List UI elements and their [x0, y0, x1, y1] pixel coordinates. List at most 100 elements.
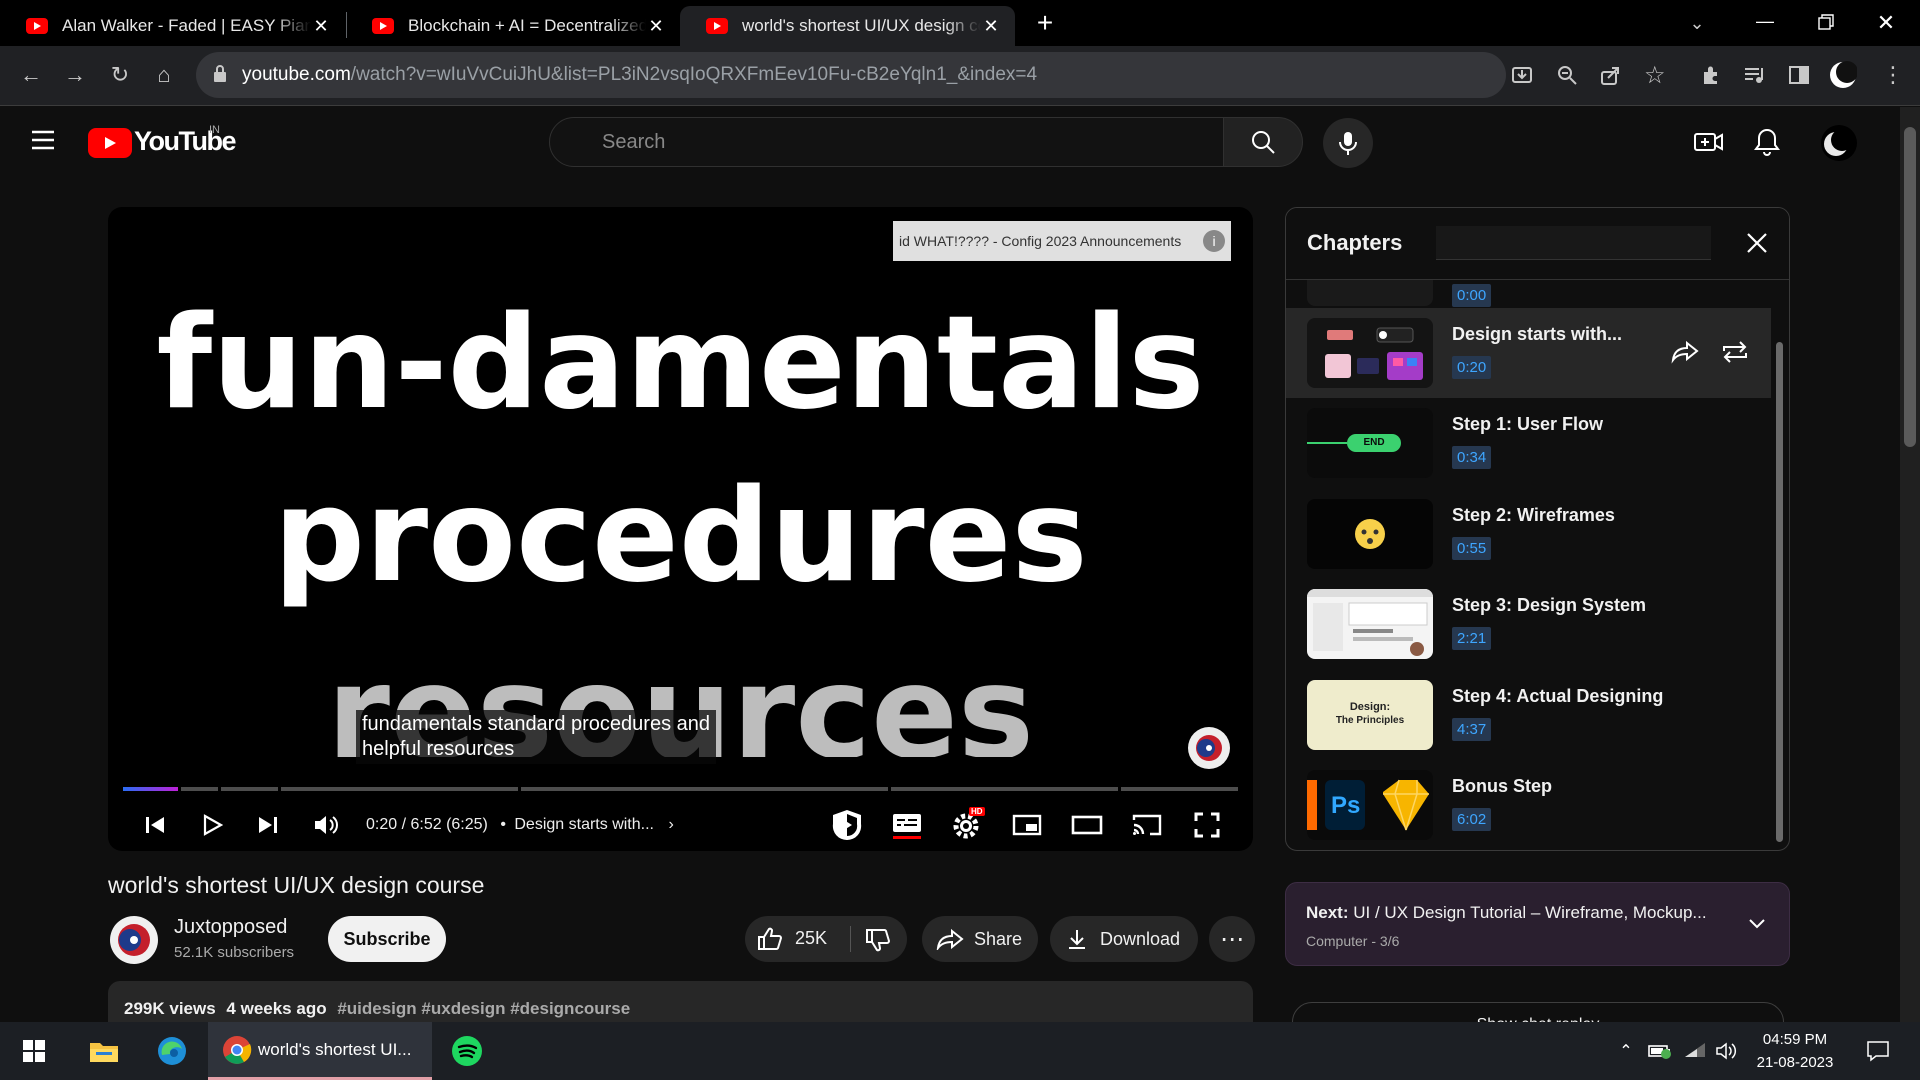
close-tab-icon[interactable]: ✕ [981, 16, 1001, 37]
info-icon[interactable]: i [1203, 230, 1225, 252]
expand-playlist-chevron-icon[interactable] [1746, 913, 1768, 940]
close-window-icon[interactable]: ✕ [1866, 8, 1906, 38]
next-label: Next: [1306, 903, 1349, 922]
tab-ui-ux-course[interactable]: world's shortest UI/UX design course ✕ [680, 6, 1015, 46]
chapter-time: 2:21 [1452, 627, 1492, 650]
chapter-item-wireframes[interactable]: Step 2: Wireframes 0:55 [1286, 489, 1771, 579]
subscribe-button[interactable]: Subscribe [328, 916, 446, 962]
edge-browser-icon[interactable] [148, 1022, 196, 1080]
tab-search-chevron-icon[interactable]: ⌄ [1682, 8, 1712, 38]
windows-start-icon[interactable] [12, 1022, 56, 1080]
address-bar[interactable]: youtube.com/watch?v=wIuVvCuiJhU&list=PL3… [196, 52, 1666, 98]
page-scrollbar[interactable] [1900, 107, 1920, 1022]
page-scrollbar-thumb[interactable] [1904, 127, 1916, 447]
account-avatar[interactable] [1820, 124, 1858, 167]
channel-watermark[interactable] [1188, 727, 1230, 769]
close-tab-icon[interactable]: ✕ [311, 16, 331, 37]
back-icon[interactable]: ← [14, 58, 48, 92]
chapter-item-bonus-step[interactable]: Ps Bonus Step 6:02 [1286, 760, 1771, 850]
channel-name[interactable]: Juxtopposed [174, 916, 287, 939]
like-dislike-group: 25K [745, 916, 907, 962]
media-controls-icon[interactable] [1738, 58, 1772, 92]
close-chapters-icon[interactable] [1742, 228, 1772, 258]
tab-blockchain[interactable]: Blockchain + AI = Decentralized AI ✕ [346, 6, 680, 46]
new-tab-icon[interactable]: + [1030, 8, 1060, 38]
reload-icon[interactable]: ↻ [103, 58, 137, 92]
progress-bar[interactable] [123, 787, 1238, 791]
chapter-item-design-system[interactable]: Step 3: Design System 2:21 [1286, 579, 1771, 669]
chapter-name: Bonus Step [1452, 776, 1553, 796]
chapter-item-user-flow[interactable]: END Step 1: User Flow 0:34 [1286, 398, 1771, 488]
loop-chapter-icon[interactable] [1720, 339, 1750, 370]
share-button[interactable]: Share [922, 916, 1038, 962]
battery-icon[interactable] [1645, 1022, 1675, 1080]
create-video-icon[interactable] [1693, 129, 1725, 160]
close-tab-icon[interactable]: ✕ [646, 16, 666, 37]
like-button[interactable] [757, 927, 783, 956]
search-button[interactable] [1223, 117, 1303, 167]
system-clock[interactable]: 04:59 PM 21-08-2023 [1750, 1028, 1840, 1074]
chapter-thumbnail [1307, 318, 1433, 388]
chapter-item-design-starts[interactable]: Design starts with... 0:20 [1286, 308, 1771, 398]
restore-window-icon[interactable] [1805, 10, 1845, 36]
tab-title: Blockchain + AI = Decentralized AI [408, 16, 646, 35]
search-input[interactable]: Search [549, 117, 1224, 167]
spotify-icon[interactable] [443, 1022, 491, 1080]
zoom-icon[interactable] [1556, 64, 1578, 92]
lock-icon[interactable] [212, 64, 228, 90]
taskbar-chrome-window[interactable]: world's shortest UI... [208, 1022, 432, 1080]
youtube-logo-icon[interactable] [88, 128, 132, 158]
previous-video-icon[interactable] [135, 805, 175, 845]
end-card-teaser[interactable]: id WHAT!???? - Config 2023 Announcements… [893, 221, 1231, 261]
settings-button[interactable]: HD [947, 805, 987, 845]
install-app-icon[interactable] [1511, 64, 1533, 92]
theater-mode-icon[interactable] [1067, 805, 1107, 845]
hd-badge: HD [969, 807, 985, 816]
youtube-header: YouTube IN Search [0, 107, 1900, 177]
wifi-icon[interactable] [1680, 1022, 1710, 1080]
chapters-panel: 0:00 Chapters Design starts with... 0:20 [1285, 207, 1790, 851]
download-button[interactable]: Download [1050, 916, 1198, 962]
notifications-bell-icon[interactable] [1754, 127, 1780, 162]
volume-tray-icon[interactable] [1712, 1022, 1742, 1080]
miniplayer-icon[interactable] [1007, 805, 1047, 845]
voice-search-button[interactable] [1323, 118, 1373, 168]
current-chapter-label[interactable]: Design starts with... [514, 816, 654, 833]
hamburger-menu-icon[interactable] [30, 129, 56, 156]
play-button[interactable] [192, 805, 232, 845]
home-icon[interactable]: ⌂ [147, 58, 181, 92]
forward-icon[interactable]: → [58, 58, 92, 92]
dislike-button[interactable] [865, 928, 891, 957]
chrome-menu-icon[interactable]: ⋮ [1876, 58, 1910, 92]
playlist-next-card[interactable]: Next: UI / UX Design Tutorial – Wirefram… [1285, 882, 1790, 966]
chapter-item-actual-designing[interactable]: Design: The Principles Step 4: Actual De… [1286, 670, 1771, 760]
share-page-icon[interactable] [1600, 64, 1622, 92]
share-chapter-icon[interactable] [1671, 340, 1699, 369]
show-hidden-icons-chevron-icon[interactable]: ⌃ [1612, 1022, 1640, 1080]
fullscreen-icon[interactable] [1187, 805, 1227, 845]
clock-date: 21-08-2023 [1756, 1054, 1834, 1071]
notification-center-icon[interactable] [1858, 1022, 1898, 1080]
youtube-favicon-icon [26, 18, 48, 34]
shield-extension-icon[interactable] [827, 805, 867, 845]
file-explorer-icon[interactable] [80, 1022, 128, 1080]
next-video-icon[interactable] [248, 805, 288, 845]
tab-alan-walker[interactable]: Alan Walker - Faded | EASY Piano ✕ [0, 6, 345, 46]
chapters-scrollbar[interactable] [1776, 342, 1783, 842]
more-actions-icon[interactable]: ⋯ [1209, 916, 1255, 962]
bookmark-star-icon[interactable]: ☆ [1644, 61, 1666, 90]
channel-avatar[interactable] [110, 916, 158, 964]
cast-icon[interactable] [1127, 805, 1167, 845]
profile-avatar[interactable] [1826, 58, 1860, 92]
extensions-icon[interactable] [1694, 58, 1728, 92]
chevron-right-icon[interactable]: › [668, 816, 673, 833]
minimize-window-icon[interactable]: — [1745, 8, 1785, 38]
hashtags[interactable]: #uidesign #uxdesign #designcourse [337, 999, 630, 1018]
subtitles-button[interactable] [887, 805, 927, 845]
chapter-time: 0:20 [1452, 356, 1492, 379]
chapter-thumbnail: END [1307, 408, 1433, 478]
volume-icon[interactable] [307, 805, 347, 845]
video-player[interactable]: fun-damentals procedures resources id WH… [108, 207, 1253, 851]
side-panel-icon[interactable] [1782, 58, 1816, 92]
subscriber-count: 52.1K subscribers [174, 944, 295, 961]
